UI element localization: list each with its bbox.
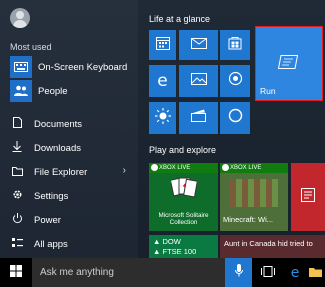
xbox-live-badge: XBOX LIVE: [220, 163, 288, 173]
xbox-live-badge: XBOX LIVE: [149, 163, 218, 173]
mail-icon: [190, 36, 207, 54]
nav-all-apps[interactable]: All apps: [10, 234, 136, 254]
calendar-tile[interactable]: [149, 30, 176, 60]
ftse-label: ▲ FTSE 100: [153, 247, 197, 256]
sun-icon: [154, 107, 171, 129]
start-button[interactable]: [0, 258, 32, 287]
keyboard-icon: [10, 56, 32, 78]
app-label: On-Screen Keyboard: [38, 61, 128, 73]
system-list: Documents Downloads File Explorer › Sett…: [10, 114, 136, 254]
store-tile[interactable]: [220, 30, 250, 60]
gear-icon: [10, 189, 24, 203]
nav-settings[interactable]: Settings: [10, 186, 136, 206]
xbox-icon: [222, 164, 229, 171]
circle-icon: [228, 108, 243, 128]
file-explorer-taskbar-button[interactable]: [306, 258, 325, 287]
folder-icon: [10, 166, 24, 179]
nav-label: All apps: [34, 238, 68, 250]
run-icon: [277, 55, 299, 74]
news-tile[interactable]: [291, 163, 325, 231]
app-on-screen-keyboard[interactable]: On-Screen Keyboard: [10, 56, 127, 78]
microphone-button[interactable]: [225, 258, 252, 287]
cortana-tile[interactable]: [220, 65, 250, 97]
app-people[interactable]: People: [10, 80, 68, 102]
photos-icon: [190, 72, 207, 90]
search-placeholder: Ask me anything: [40, 267, 114, 278]
chevron-right-icon[interactable]: ›: [123, 165, 126, 176]
minecraft-tile[interactable]: XBOX LIVE Minecraft: Wi...: [220, 163, 288, 231]
nav-downloads[interactable]: Downloads: [10, 138, 136, 158]
calendar-icon: [155, 36, 170, 55]
news-headline: Aunt in Canada hid tried to: [224, 239, 313, 248]
solitaire-tile[interactable]: XBOX LIVE ♦ Microsoft Solitaire Collecti…: [149, 163, 218, 231]
start-menu: Most used On-Screen Keyboard People Docu…: [0, 0, 325, 258]
download-icon: [10, 141, 24, 155]
section-play-and-explore: Play and explore: [149, 145, 217, 155]
microphone-icon: [234, 263, 243, 282]
nav-power[interactable]: Power: [10, 210, 136, 230]
weather-tile[interactable]: [149, 102, 176, 134]
power-icon: [10, 213, 24, 227]
taskbar: Ask me anything e: [0, 258, 325, 287]
nav-label: File Explorer: [34, 166, 88, 178]
svg-text:♦: ♦: [182, 183, 187, 190]
minecraft-label: Minecraft: Wi...: [223, 215, 274, 224]
section-life-at-a-glance: Life at a glance: [149, 14, 211, 24]
task-view-button[interactable]: [252, 258, 284, 287]
news-icon: [301, 187, 315, 207]
clapperboard-icon: [191, 109, 206, 127]
start-tiles-pane: Life at a glance Run e Play and explore …: [138, 0, 325, 258]
nav-documents[interactable]: Documents: [10, 114, 136, 134]
nav-label: Documents: [34, 118, 83, 130]
run-label: Run: [260, 86, 276, 96]
start-left-pane: Most used On-Screen Keyboard People Docu…: [0, 0, 138, 258]
app-label: People: [38, 85, 68, 97]
dow-label: ▲ DOW: [153, 237, 181, 246]
nav-label: Power: [34, 214, 61, 226]
edge-icon: e: [290, 264, 300, 281]
photos-tile[interactable]: [179, 65, 218, 97]
nav-label: Settings: [34, 190, 69, 202]
search-box[interactable]: Ask me anything: [32, 258, 225, 287]
people-icon: [10, 80, 32, 102]
minecraft-art: [230, 179, 278, 207]
run-tile[interactable]: Run: [255, 26, 323, 101]
news-story-tile[interactable]: Aunt in Canada hid tried to: [220, 235, 325, 258]
mail-tile[interactable]: [179, 30, 218, 60]
cortana-icon: [228, 71, 243, 91]
movies-tile[interactable]: [179, 102, 218, 134]
task-view-icon: [261, 264, 275, 282]
nav-label: Downloads: [34, 142, 81, 154]
groove-tile[interactable]: [220, 102, 250, 134]
edge-icon: e: [157, 70, 168, 91]
document-icon: [10, 117, 24, 131]
all-apps-icon: [10, 237, 24, 251]
most-used-label: Most used: [10, 42, 52, 52]
windows-logo-icon: [10, 264, 22, 282]
money-tile[interactable]: ▲ DOW ▲ FTSE 100: [149, 235, 218, 258]
edge-tile[interactable]: e: [149, 65, 176, 97]
store-icon: [228, 36, 242, 55]
nav-file-explorer[interactable]: File Explorer ›: [10, 162, 136, 182]
xbox-icon: [151, 164, 158, 171]
cards-icon: ♦: [169, 177, 198, 204]
folder-icon: [309, 264, 322, 282]
edge-taskbar-button[interactable]: e: [284, 258, 306, 287]
solitaire-label: Microsoft Solitaire Collection: [158, 212, 209, 226]
user-avatar[interactable]: [10, 8, 30, 28]
